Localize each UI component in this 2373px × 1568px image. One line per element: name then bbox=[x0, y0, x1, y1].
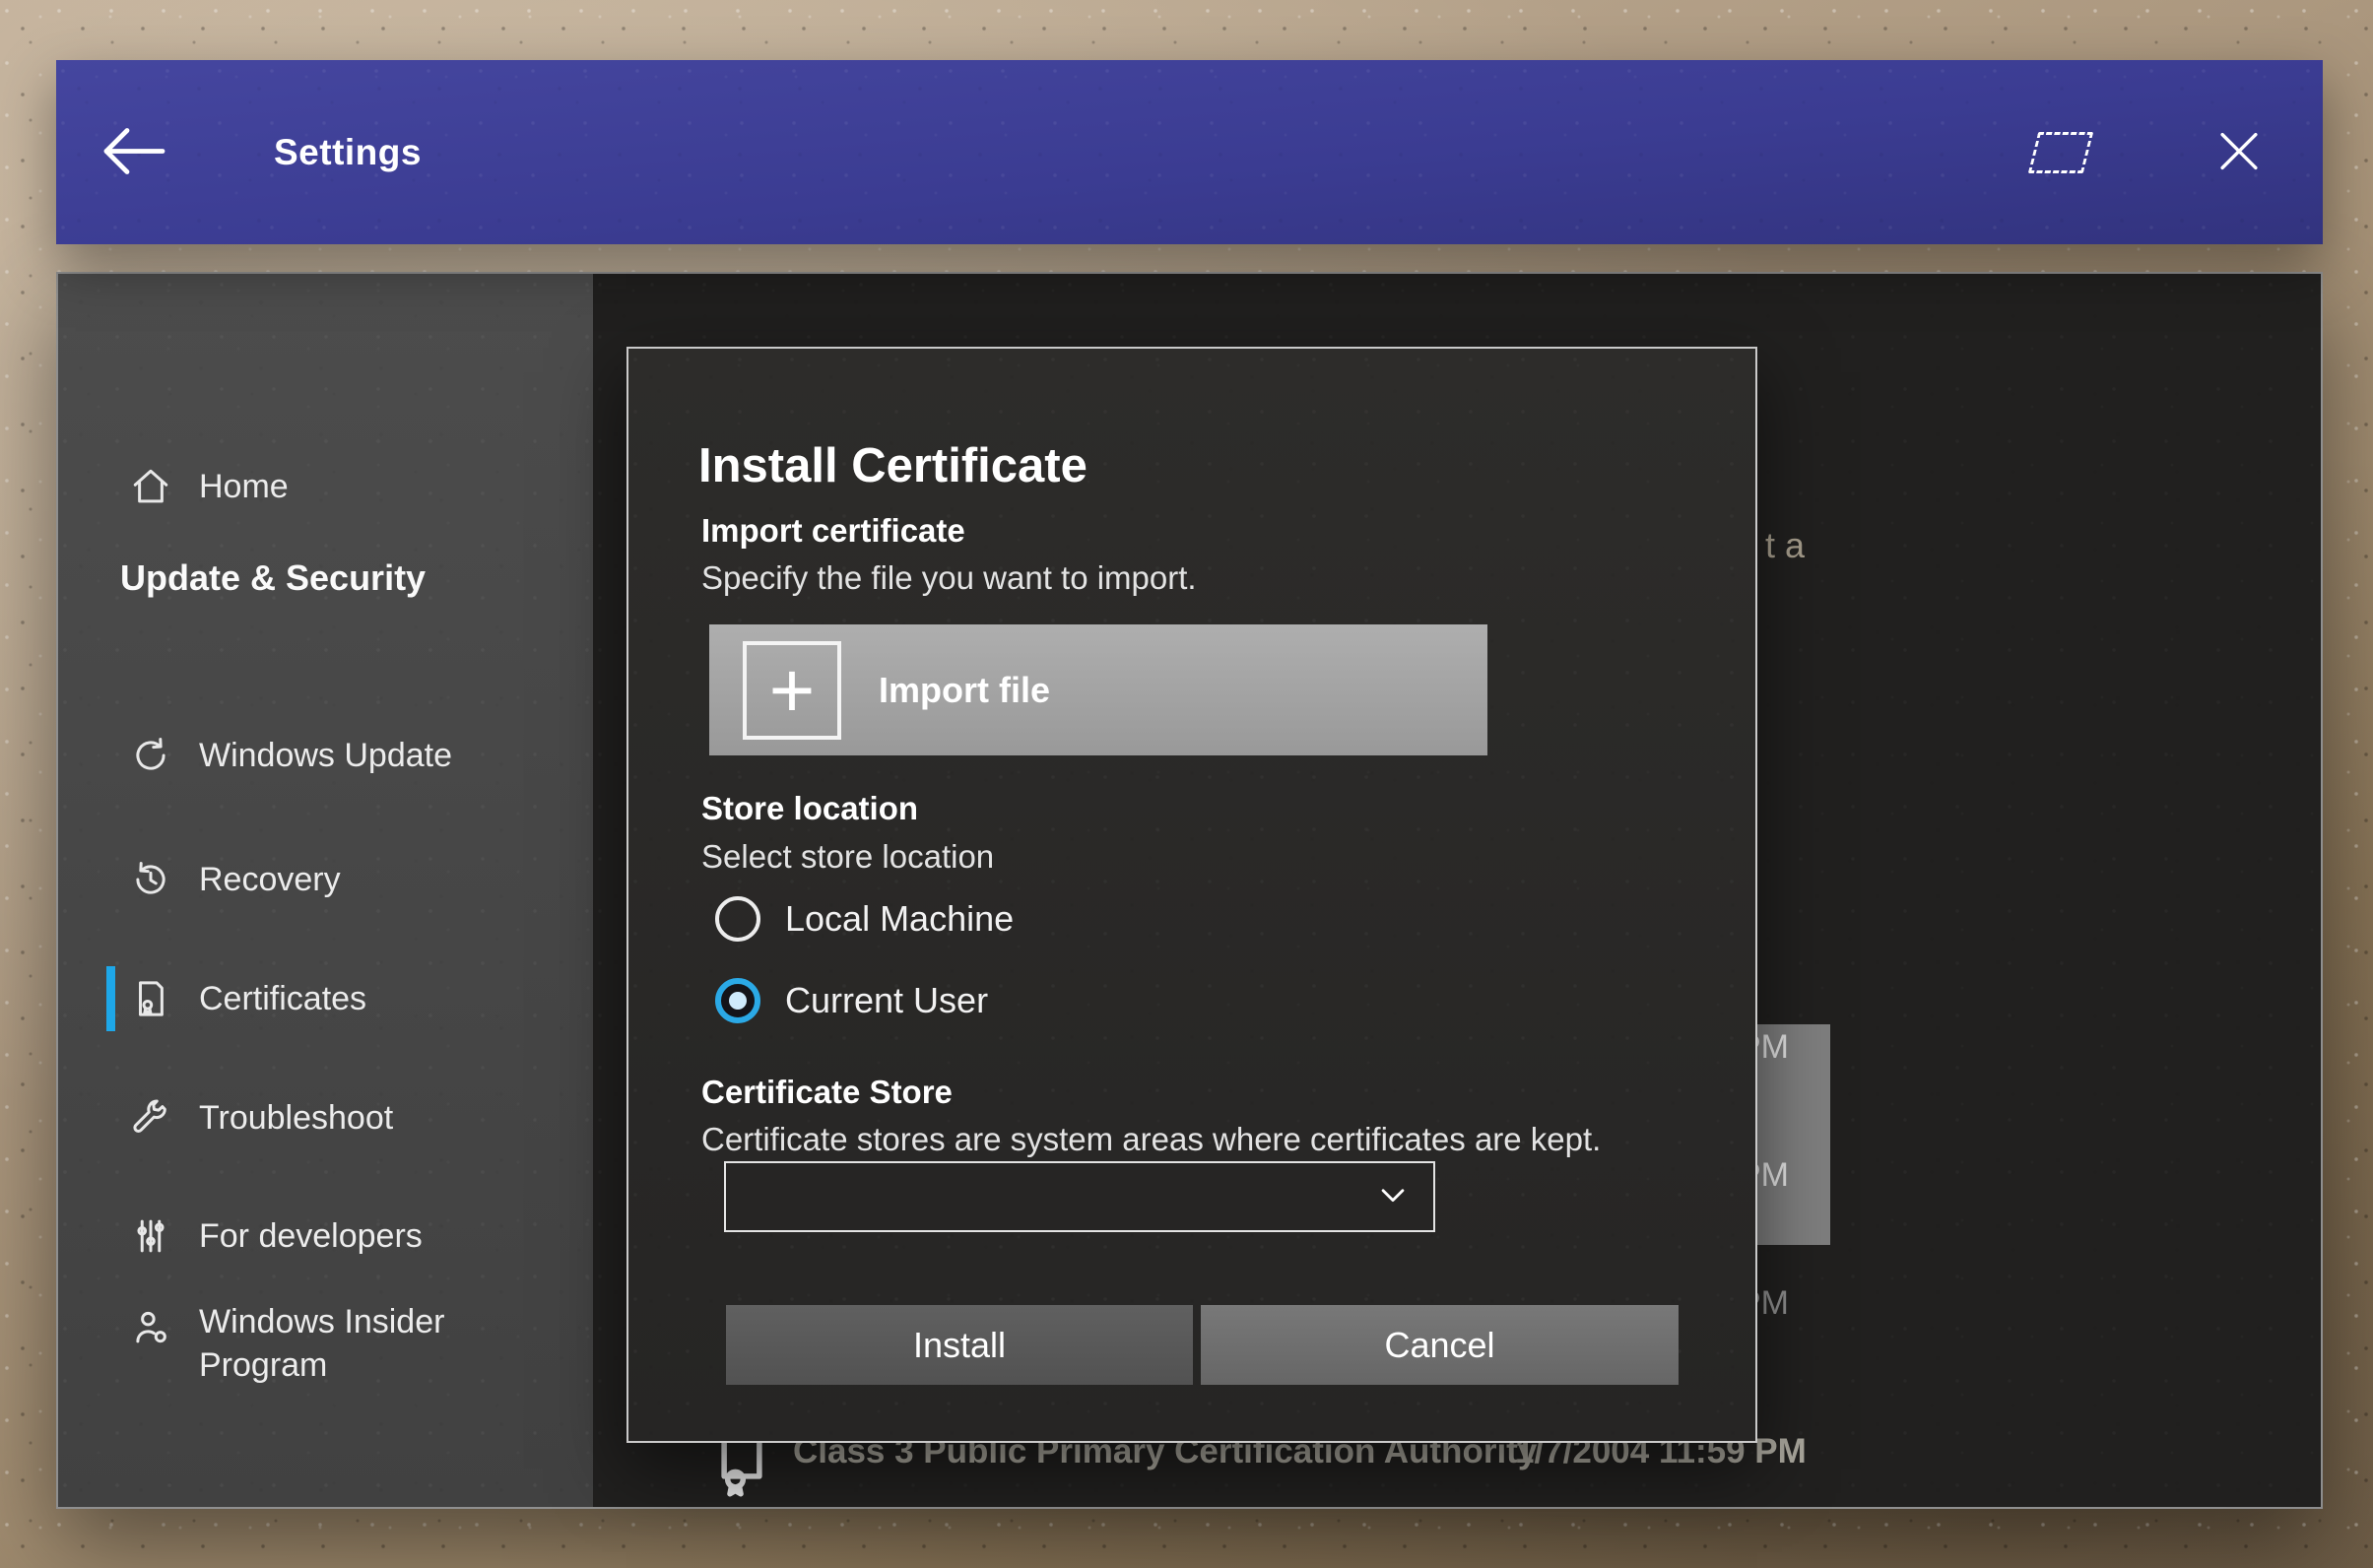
sidebar-item-label: Windows Insider Program bbox=[199, 1303, 445, 1385]
import-file-button[interactable]: + Import file bbox=[709, 624, 1487, 755]
adjust-window-button[interactable] bbox=[2027, 126, 2094, 179]
radio-circle-icon bbox=[715, 896, 760, 942]
sidebar-item-windows-insider-program[interactable]: Windows Insider Program bbox=[58, 1292, 593, 1410]
sidebar-item-home[interactable]: Home bbox=[58, 454, 593, 519]
wrench-icon bbox=[130, 1097, 171, 1139]
sidebar-item-label: Certificates bbox=[199, 979, 367, 1017]
import-certificate-subtext: Specify the file you want to import. bbox=[701, 559, 1197, 596]
sidebar-item-for-developers[interactable]: For developers bbox=[58, 1204, 593, 1269]
radio-circle-selected-icon bbox=[715, 978, 760, 1023]
sidebar-item-label: Windows Update bbox=[199, 736, 453, 774]
import-file-label: Import file bbox=[879, 669, 1051, 710]
sidebar-section-title: Update & Security bbox=[120, 557, 427, 598]
sidebar-item-label: For developers bbox=[199, 1216, 423, 1255]
dialog-title: Install Certificate bbox=[698, 438, 1088, 492]
person-icon bbox=[130, 1306, 171, 1347]
certificate-store-subtext: Certificate stores are system areas wher… bbox=[701, 1121, 1602, 1157]
window-title: Settings bbox=[274, 131, 422, 172]
certificate-store-dropdown[interactable] bbox=[724, 1161, 1435, 1232]
sidebar-item-troubleshoot[interactable]: Troubleshoot bbox=[58, 1085, 593, 1150]
install-certificate-dialog: Install Certificate Import certificate S… bbox=[626, 347, 1757, 1443]
import-certificate-heading: Import certificate bbox=[701, 512, 965, 549]
sidebar-item-label: Recovery bbox=[199, 860, 341, 898]
mixed-reality-environment: Settings Home Update & Security Windows … bbox=[0, 0, 2373, 1568]
install-button-label: Install bbox=[912, 1324, 1007, 1365]
cancel-button-label: Cancel bbox=[1384, 1324, 1495, 1365]
close-icon bbox=[2212, 124, 2266, 180]
cancel-button[interactable]: Cancel bbox=[1201, 1305, 1679, 1385]
sidebar-item-label: Troubleshoot bbox=[199, 1098, 394, 1137]
store-location-heading: Store location bbox=[701, 790, 919, 826]
history-icon bbox=[130, 859, 171, 900]
certificate-store-heading: Certificate Store bbox=[701, 1074, 953, 1110]
back-button[interactable] bbox=[90, 115, 176, 189]
close-button[interactable] bbox=[2207, 118, 2272, 186]
certificate-icon bbox=[130, 978, 171, 1019]
dashed-frame-icon bbox=[2027, 131, 2094, 173]
radio-local-machine[interactable]: Local Machine bbox=[715, 893, 1014, 945]
install-button[interactable]: Install bbox=[726, 1305, 1193, 1385]
home-icon bbox=[130, 466, 171, 507]
dev-sliders-icon bbox=[130, 1215, 171, 1257]
sidebar-item-windows-update[interactable]: Windows Update bbox=[58, 723, 593, 788]
settings-titlebar: Settings bbox=[56, 60, 2323, 244]
sidebar-item-certificates[interactable]: Certificates bbox=[58, 966, 593, 1031]
radio-label: Local Machine bbox=[785, 898, 1015, 939]
chevron-down-icon bbox=[1376, 1178, 1410, 1216]
clipped-page-text: t a bbox=[1765, 525, 1806, 565]
sidebar-item-recovery[interactable]: Recovery bbox=[58, 847, 593, 912]
store-location-subtext: Select store location bbox=[701, 838, 995, 875]
radio-label: Current User bbox=[785, 980, 989, 1020]
back-arrow-icon bbox=[98, 127, 168, 181]
sidebar-item-label: Home bbox=[199, 467, 289, 505]
sync-icon bbox=[130, 735, 171, 776]
settings-sidebar: Home Update & Security Windows Update Re… bbox=[58, 274, 593, 1507]
plus-icon: + bbox=[743, 640, 841, 740]
settings-window: Home Update & Security Windows Update Re… bbox=[56, 272, 2323, 1509]
radio-current-user[interactable]: Current User bbox=[715, 975, 988, 1026]
